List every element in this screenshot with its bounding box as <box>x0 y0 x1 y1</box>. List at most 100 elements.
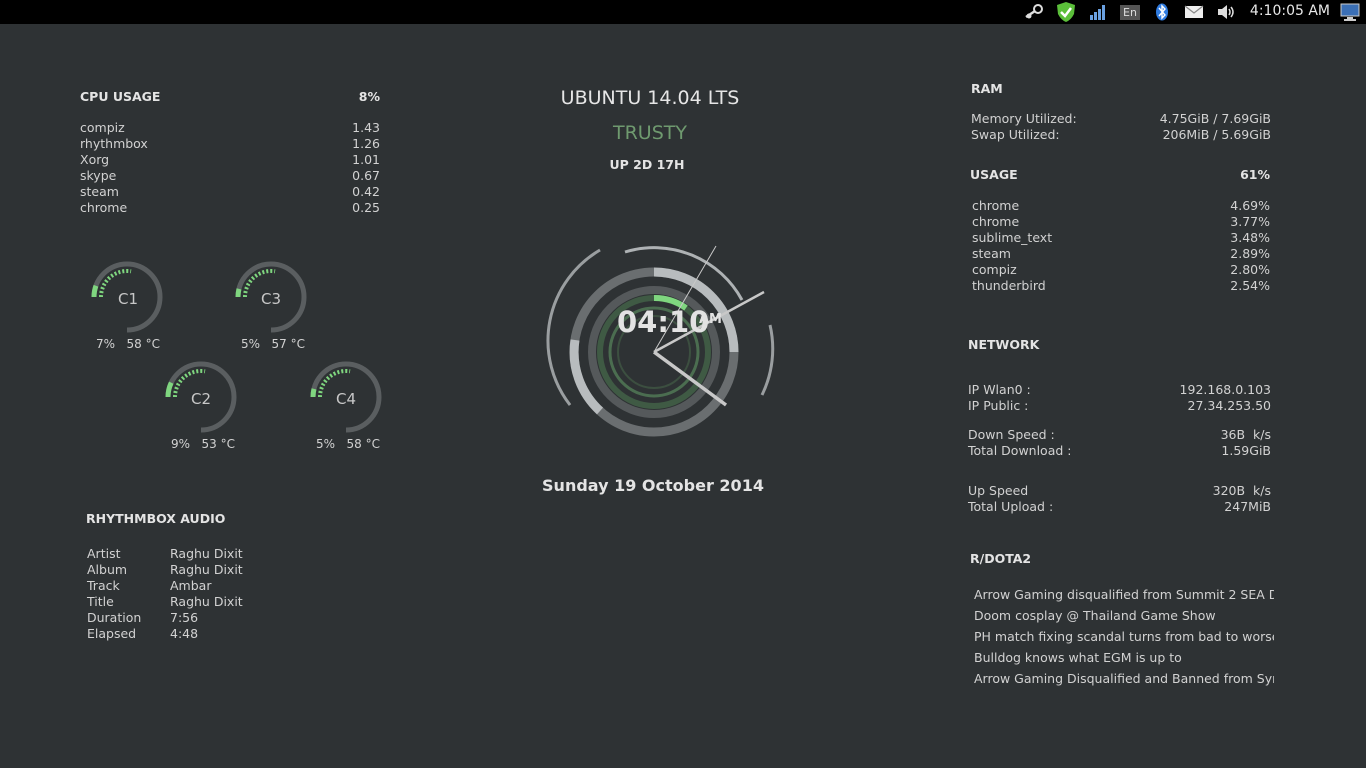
total-upload-value: 247MiB <box>1224 499 1271 514</box>
cpu-process-value: 1.01 <box>352 152 380 167</box>
mail-icon[interactable] <box>1182 2 1206 22</box>
cpu-process-row: skype 0.67 <box>80 168 380 184</box>
reddit-item[interactable]: Bulldog knows what EGM is up to <box>974 650 1274 665</box>
cpu-process-row: chrome 0.25 <box>80 200 380 216</box>
swap-utilized-label: Swap Utilized: <box>971 127 1060 142</box>
memory-process-value: 2.89% <box>1230 246 1270 261</box>
ip-public-label: IP Public : <box>968 398 1029 413</box>
audio-field-name: Artist <box>87 546 121 561</box>
total-upload-label: Total Upload : <box>968 499 1054 514</box>
down-speed-row: Down Speed : 36B k/s <box>968 427 1271 443</box>
core-c1-usage: 7% <box>96 337 116 351</box>
panel-clock[interactable]: 4:10:05 AM <box>1250 3 1330 19</box>
memory-utilized-value: 4.75GiB / 7.69GiB <box>1159 111 1271 126</box>
computer-icon[interactable] <box>1338 2 1362 22</box>
core-c4-usage: 5% <box>316 437 336 451</box>
date-display: Sunday 19 October 2014 <box>542 476 764 495</box>
audio-field-value: 4:48 <box>170 626 199 641</box>
clock-outer-arc-left <box>546 339 571 406</box>
cpu-process-name: steam <box>80 184 119 199</box>
uptime: UP 2D 17H <box>609 157 685 172</box>
reddit-item[interactable]: Doom cosplay @ Thailand Game Show <box>974 608 1274 623</box>
memory-process-value: 2.54% <box>1230 278 1270 293</box>
bluetooth-icon[interactable] <box>1152 2 1172 22</box>
memory-process-name: chrome <box>972 198 1020 213</box>
up-speed-value: 320B k/s <box>1212 483 1271 498</box>
core-gauge-fill <box>310 388 317 398</box>
reddit-title: R/DOTA2 <box>970 551 1032 566</box>
memory-process-name: sublime_text <box>972 230 1053 245</box>
keyboard-layout-icon[interactable]: En <box>1119 2 1141 22</box>
cpu-process-name: skype <box>80 168 117 183</box>
down-speed-label: Down Speed : <box>968 427 1055 442</box>
audio-title: RHYTHMBOX AUDIO <box>86 511 226 526</box>
memory-process-value: 3.77% <box>1230 214 1270 229</box>
cpu-process-row: steam 0.42 <box>80 184 380 200</box>
core-c4-stats: 5% 58 °C <box>316 437 380 451</box>
cpu-process-row: Xorg 1.01 <box>80 152 380 168</box>
core-c2-stats: 9% 53 °C <box>171 437 235 451</box>
reddit-item[interactable]: Arrow Gaming disqualified from Summit 2 … <box>974 587 1274 602</box>
audio-field-value: Raghu Dixit <box>170 594 243 609</box>
audio-field-value: Raghu Dixit <box>170 546 243 561</box>
steam-icon[interactable] <box>1022 2 1046 22</box>
audio-field-value: Ambar <box>170 578 212 593</box>
ip-public-value: 27.34.253.50 <box>1187 398 1272 413</box>
core-c1-stats: 7% 58 °C <box>96 337 160 351</box>
cpu-process-row: rhythmbox 1.26 <box>80 136 380 152</box>
up-speed-row: Up Speed 320B k/s <box>968 483 1271 499</box>
ram-title: RAM <box>971 81 1003 96</box>
cpu-process-value: 1.43 <box>352 120 380 135</box>
total-download-row: Total Download : 1.59GiB <box>968 443 1271 459</box>
memory-process-row: chrome 4.69% <box>972 198 1270 214</box>
audio-field-value: 7:56 <box>170 610 199 625</box>
core-gauge-fill <box>91 284 99 298</box>
core-c1-label: C1 <box>117 290 139 308</box>
total-upload-row: Total Upload : 247MiB <box>968 499 1271 515</box>
core-gauge-fill <box>235 288 242 298</box>
memory-process-name: thunderbird <box>972 278 1046 293</box>
audio-field-value: Raghu Dixit <box>170 562 243 577</box>
cpu-process-name: compiz <box>80 120 125 135</box>
memory-process-value: 4.69% <box>1230 198 1270 213</box>
audio-field-row: Track Ambar <box>87 578 287 594</box>
os-codename: TRUSTY <box>613 122 687 144</box>
signal-bars-icon[interactable] <box>1088 2 1108 22</box>
audio-field-row: Artist Raghu Dixit <box>87 546 287 562</box>
reddit-item[interactable]: Arrow Gaming Disqualified and Banned fro… <box>974 671 1274 686</box>
memory-process-name: compiz <box>972 262 1017 277</box>
network-title: NETWORK <box>968 337 1040 352</box>
volume-icon[interactable] <box>1214 2 1238 22</box>
analog-clock <box>546 245 775 437</box>
core-c3-label: C3 <box>260 290 282 308</box>
digital-clock: 04:10 <box>617 305 710 339</box>
memory-process-row: sublime_text 3.48% <box>972 230 1270 246</box>
audio-field-row: Album Raghu Dixit <box>87 562 287 578</box>
usage-title: USAGE <box>970 167 1018 182</box>
audio-field-row: Elapsed 4:48 <box>87 626 287 642</box>
clock-ampm: AM <box>699 312 722 327</box>
ip-wlan-row: IP Wlan0 : 192.168.0.103 <box>968 382 1271 398</box>
cpu-process-name: rhythmbox <box>80 136 148 151</box>
total-download-label: Total Download : <box>968 443 1072 458</box>
cpu-process-name: chrome <box>80 200 128 215</box>
swap-utilized-value: 206MiB / 5.69GiB <box>1162 127 1271 142</box>
memory-process-row: chrome 3.77% <box>972 214 1270 230</box>
audio-field-name: Track <box>87 578 120 593</box>
memory-process-name: chrome <box>972 214 1020 229</box>
keyboard-layout-label: En <box>1120 4 1140 20</box>
cpu-process-value: 0.67 <box>352 168 380 183</box>
usage-total: 61% <box>1240 167 1270 182</box>
cpu-process-row: compiz 1.43 <box>80 120 380 136</box>
update-shield-icon[interactable] <box>1054 2 1078 22</box>
total-download-value: 1.59GiB <box>1221 443 1271 458</box>
ip-public-row: IP Public : 27.34.253.50 <box>968 398 1271 414</box>
core-c4-temp: 58 °C <box>346 437 380 451</box>
audio-field-name: Duration <box>87 610 142 625</box>
swap-utilized-row: Swap Utilized: 206MiB / 5.69GiB <box>971 127 1271 143</box>
reddit-item[interactable]: PH match fixing scandal turns from bad t… <box>974 629 1274 644</box>
up-speed-label: Up Speed <box>968 483 1029 498</box>
audio-field-row: Title Raghu Dixit <box>87 594 287 610</box>
memory-process-row: steam 2.89% <box>972 246 1270 262</box>
memory-process-name: steam <box>972 246 1011 261</box>
